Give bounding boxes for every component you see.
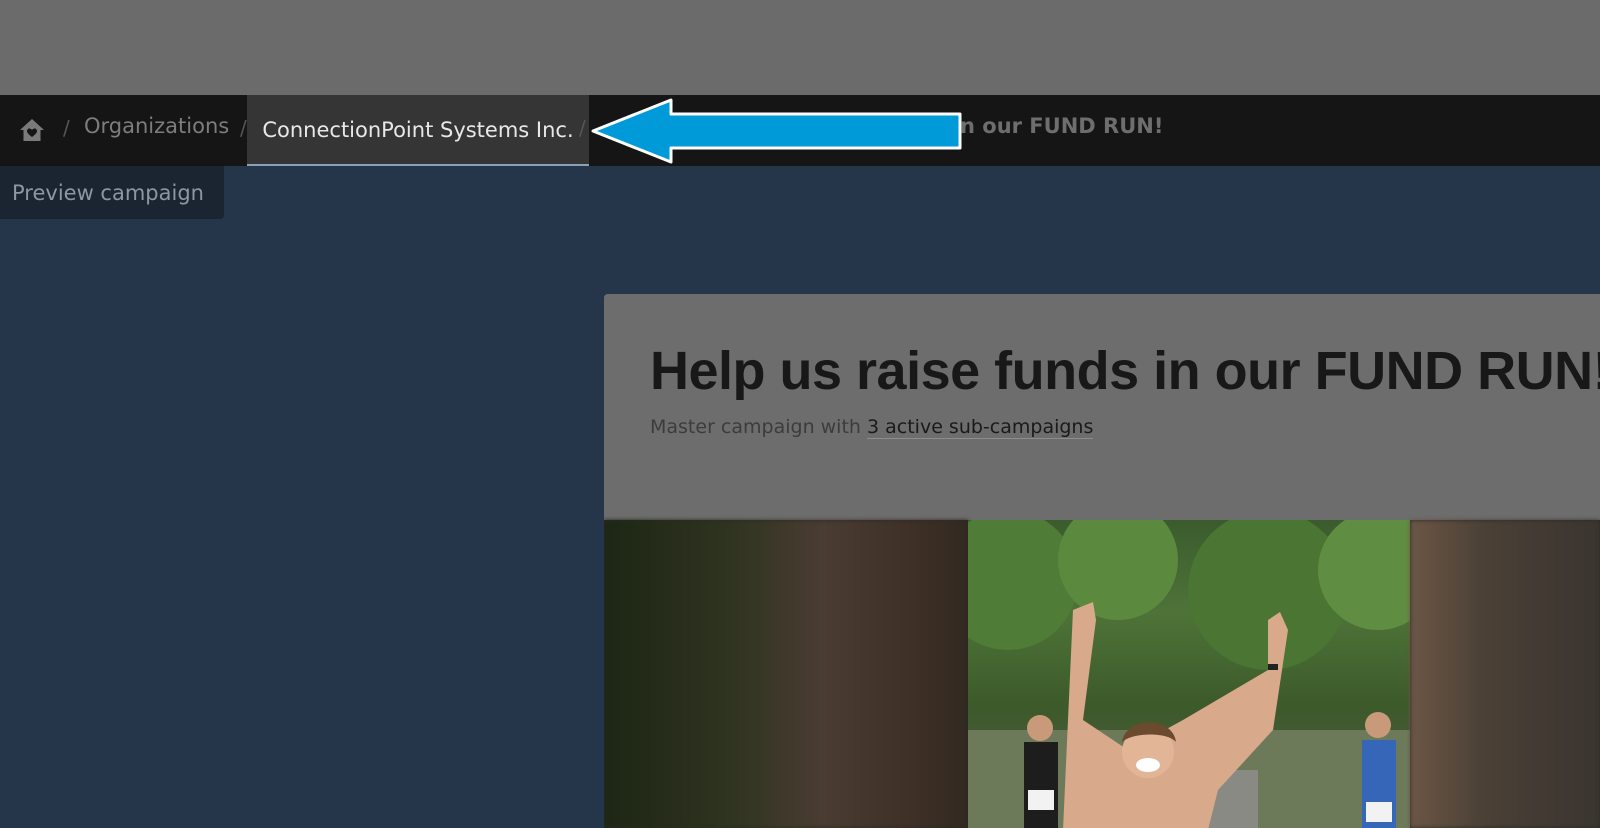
campaign-subtitle: Master campaign with 3 active sub-campai… [650, 416, 1094, 439]
campaign-card: Help us raise funds in our FUND RUN! Mas… [604, 294, 1600, 828]
breadcrumb-item-organizations[interactable]: Organizations [84, 114, 229, 138]
home-icon[interactable] [18, 117, 46, 143]
breadcrumb-item-organization[interactable]: ConnectionPoint Systems Inc. [247, 95, 589, 166]
left-arrow-icon [591, 98, 962, 164]
breadcrumb-separator: / [240, 116, 247, 140]
hero-image [604, 520, 1600, 828]
dimmed-top-area [0, 0, 1600, 95]
campaign-subtitle-text: Master campaign with [650, 416, 861, 438]
preview-campaign-button[interactable]: Preview campaign [0, 166, 224, 219]
campaign-header: Help us raise funds in our FUND RUN! Mas… [604, 294, 1600, 520]
hero-photo-runners [968, 520, 1410, 828]
sub-campaigns-link[interactable]: 3 active sub-campaigns [867, 416, 1094, 439]
hero-image-blur-right [1410, 520, 1600, 828]
preview-campaign-label: Preview campaign [12, 180, 204, 205]
breadcrumb-item-label: ConnectionPoint Systems Inc. [262, 117, 574, 142]
page-title: Help us raise funds in our FUND RUN! [650, 341, 1600, 401]
breadcrumb-separator: / [579, 116, 586, 140]
hero-image-blur-left [604, 520, 968, 828]
breadcrumb-item-campaign[interactable]: n our FUND RUN! [960, 114, 1163, 138]
breadcrumb-separator: / [63, 116, 70, 140]
